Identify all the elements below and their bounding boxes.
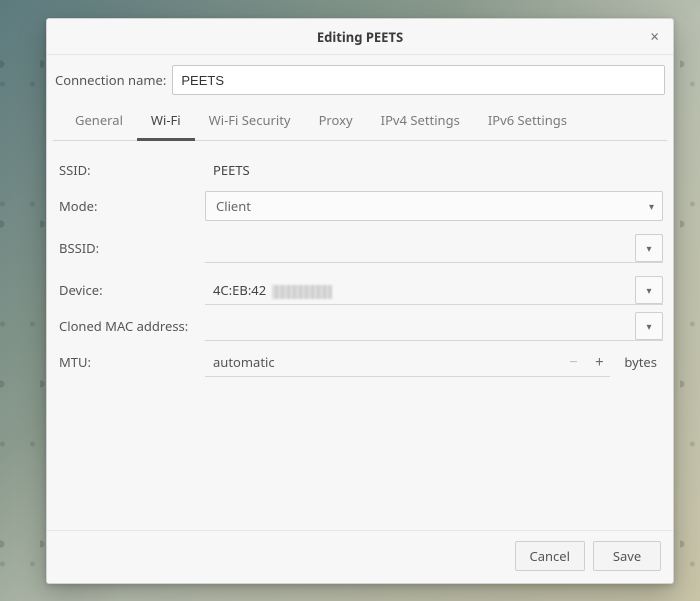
cloned-mac-label: Cloned MAC address: <box>57 317 205 335</box>
title-bar: Editing PEETS × <box>47 19 673 55</box>
device-dropdown-button[interactable]: ▾ <box>635 276 663 304</box>
tab-proxy[interactable]: Proxy <box>305 103 367 141</box>
bssid-label: BSSID: <box>57 239 205 257</box>
ssid-row: SSID: PEETS <box>57 155 663 185</box>
tab-general[interactable]: General <box>61 103 137 141</box>
bssid-dropdown-button[interactable]: ▾ <box>635 234 663 262</box>
bssid-input[interactable] <box>205 233 635 262</box>
ssid-value[interactable]: PEETS <box>205 155 258 185</box>
mode-label: Mode: <box>57 197 205 215</box>
mtu-label: MTU: <box>57 353 205 371</box>
mode-value: Client <box>216 197 251 215</box>
connection-name-label: Connection name: <box>55 71 166 89</box>
device-value-redacted <box>272 285 332 299</box>
network-connection-editor-dialog: Editing PEETS × Connection name: General… <box>46 18 674 584</box>
bssid-row: BSSID: ▾ <box>57 233 663 263</box>
close-icon[interactable]: × <box>644 19 665 54</box>
tab-wifi[interactable]: Wi-Fi <box>137 103 195 141</box>
connection-name-input[interactable] <box>172 65 665 95</box>
device-row: Device: 4C:EB:42 ▾ <box>57 275 663 305</box>
mtu-unit: bytes <box>624 353 657 371</box>
tab-ipv4-settings[interactable]: IPv4 Settings <box>367 103 474 141</box>
cloned-mac-dropdown-button[interactable]: ▾ <box>635 312 663 340</box>
cancel-button[interactable]: Cancel <box>515 541 585 571</box>
device-label: Device: <box>57 281 205 299</box>
chevron-down-icon: ▾ <box>646 319 651 333</box>
ssid-label: SSID: <box>57 161 205 179</box>
mtu-value[interactable]: automatic <box>213 353 558 371</box>
chevron-down-icon: ▾ <box>646 283 651 297</box>
wifi-form: SSID: PEETS Mode: Client ▾ BSSID: ▾ <box>47 141 673 530</box>
tab-strip: General Wi-Fi Wi-Fi Security Proxy IPv4 … <box>53 103 667 141</box>
device-input[interactable]: 4C:EB:42 <box>205 275 635 304</box>
connection-name-row: Connection name: <box>47 55 673 103</box>
mtu-increment-button[interactable]: + <box>588 351 610 373</box>
tab-ipv6-settings[interactable]: IPv6 Settings <box>474 103 581 141</box>
mtu-row: MTU: automatic − + bytes <box>57 347 663 377</box>
cloned-mac-row: Cloned MAC address: ▾ <box>57 311 663 341</box>
chevron-down-icon: ▾ <box>649 199 654 213</box>
chevron-down-icon: ▾ <box>646 241 651 255</box>
cloned-mac-input[interactable] <box>205 311 635 340</box>
dialog-title: Editing PEETS <box>317 28 403 46</box>
mtu-decrement-button[interactable]: − <box>562 351 584 373</box>
mode-row: Mode: Client ▾ <box>57 191 663 221</box>
device-value-prefix: 4C:EB:42 <box>213 281 266 299</box>
tab-wifi-security[interactable]: Wi-Fi Security <box>195 103 305 141</box>
dialog-footer: Cancel Save <box>47 530 673 583</box>
mode-combo[interactable]: Client ▾ <box>205 191 663 221</box>
save-button[interactable]: Save <box>593 541 661 571</box>
